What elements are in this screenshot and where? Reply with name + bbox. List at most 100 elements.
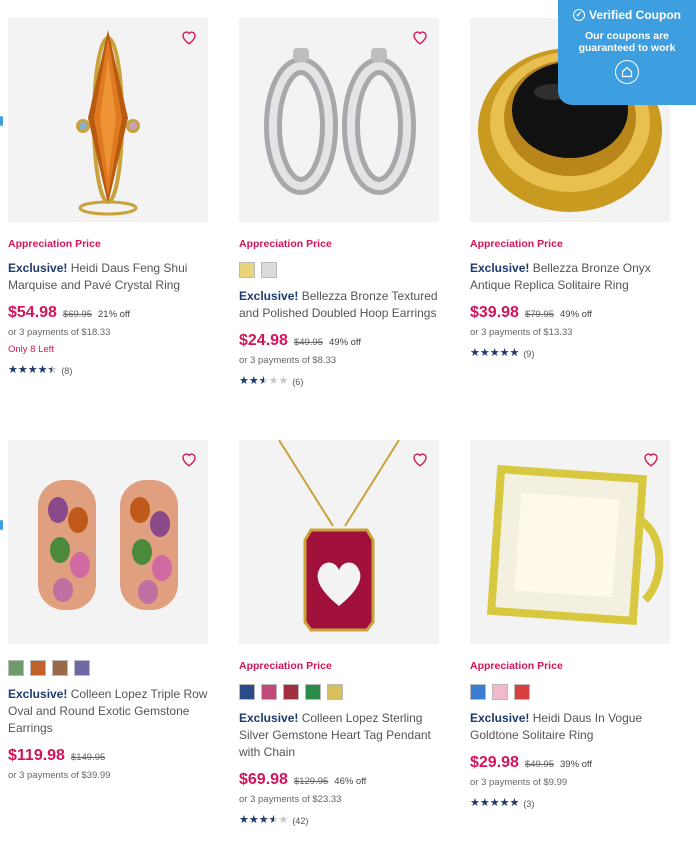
color-swatch[interactable]	[261, 262, 277, 278]
color-swatches	[470, 684, 670, 700]
original-price: $129.95	[293, 776, 329, 787]
appreciation-label: Appreciation Price	[239, 238, 332, 250]
payment-plan: or 3 payments of $23.33	[239, 794, 342, 805]
star-rating: ★★★★★★★★★★	[239, 375, 289, 387]
product-image[interactable]	[239, 18, 439, 222]
review-count: (3)	[523, 798, 535, 809]
sale-price: $69.98	[239, 771, 288, 788]
color-swatch[interactable]	[239, 262, 255, 278]
star-rating: ★★★★★★★★★★	[470, 797, 520, 809]
appreciation-label: Appreciation Price	[470, 238, 563, 250]
product-title[interactable]: Exclusive! Heidi Daus In Vogue Goldtone …	[470, 710, 670, 744]
color-swatches	[239, 262, 439, 278]
verified-coupon-badge[interactable]: ✓ Verified Coupon Our coupons are guaran…	[558, 0, 696, 105]
check-circle-icon: ✓	[572, 9, 585, 21]
heart-icon[interactable]	[411, 28, 429, 46]
appreciation-label: Appreciation Price	[8, 238, 101, 250]
coupon-header: ✓ Verified Coupon	[568, 8, 686, 22]
star-rating: ★★★★★★★★★★	[239, 814, 289, 826]
discount: 39% off	[560, 759, 593, 770]
product-card[interactable]: Exclusive! Colleen Lopez Triple Row Oval…	[8, 440, 208, 781]
exclusive-label: Exclusive!	[470, 261, 530, 275]
product-card[interactable]: Appreciation Price Exclusive! Colleen Lo…	[239, 440, 439, 826]
review-count: (42)	[292, 815, 309, 826]
heart-icon[interactable]	[642, 450, 660, 468]
discount: 49% off	[560, 309, 593, 320]
product-title[interactable]: Exclusive! Colleen Lopez Triple Row Oval…	[8, 686, 208, 737]
discount: 46% off	[334, 776, 367, 787]
exclusive-label: Exclusive!	[239, 711, 299, 725]
heart-icon[interactable]	[180, 28, 198, 46]
original-price: $149.95	[70, 752, 106, 763]
rating[interactable]: ★★★★★★★★★★(42)	[239, 815, 439, 826]
appreciation-label: Appreciation Price	[470, 660, 563, 672]
rating[interactable]: ★★★★★★★★★★(6)	[239, 376, 439, 387]
color-swatch[interactable]	[74, 660, 90, 676]
rating[interactable]: ★★★★★★★★★★(8)	[8, 365, 208, 376]
marquise-ring-image	[8, 18, 208, 222]
color-swatch[interactable]	[283, 684, 299, 700]
coupon-title: Verified Coupon	[588, 8, 681, 22]
product-image[interactable]	[470, 440, 670, 644]
original-price: $79.95	[524, 309, 554, 320]
sale-price: $24.98	[239, 332, 288, 349]
product-card[interactable]: Appreciation Price Exclusive! Heidi Daus…	[470, 440, 670, 809]
original-price: $49.95	[293, 337, 323, 348]
stock-notice: Only 8 Left	[8, 344, 54, 355]
color-swatch[interactable]	[261, 684, 277, 700]
hoop-earrings-image	[239, 18, 439, 222]
original-price: $49.95	[524, 759, 554, 770]
original-price: $69.95	[62, 309, 92, 320]
color-swatch[interactable]	[30, 660, 46, 676]
product-card[interactable]: Appreciation Price Exclusive! Heidi Daus…	[8, 18, 208, 376]
payment-plan: or 3 payments of $13.33	[470, 327, 573, 338]
star-rating: ★★★★★★★★★★	[470, 347, 520, 359]
gemstone-earrings-image	[8, 440, 208, 644]
color-swatch[interactable]	[470, 684, 486, 700]
coupon-subtitle: Our coupons are guaranteed to work	[578, 30, 676, 54]
product-title[interactable]: Exclusive! Bellezza Bronze Textured and …	[239, 288, 439, 322]
heart-pendant-image	[239, 440, 439, 644]
rating[interactable]: ★★★★★ ★★★★★ (9)	[470, 348, 670, 359]
payment-plan: or 3 payments of $9.99	[470, 777, 568, 788]
sale-price: $29.98	[470, 754, 519, 771]
product-title[interactable]: Exclusive! Colleen Lopez Sterling Silver…	[239, 710, 439, 761]
color-swatches	[239, 684, 439, 700]
exclusive-label: Exclusive!	[8, 687, 68, 701]
color-swatch[interactable]	[8, 660, 24, 676]
review-count: (8)	[61, 365, 73, 376]
exclusive-label: Exclusive!	[239, 289, 299, 303]
home-icon[interactable]	[615, 60, 639, 84]
color-swatch[interactable]	[52, 660, 68, 676]
heart-icon[interactable]	[411, 450, 429, 468]
color-swatch[interactable]	[239, 684, 255, 700]
payment-plan: or 3 payments of $8.33	[239, 355, 337, 366]
color-swatch[interactable]	[492, 684, 508, 700]
edge-indicator	[0, 116, 3, 126]
color-swatches	[8, 660, 208, 676]
exclusive-label: Exclusive!	[8, 261, 68, 275]
heart-icon[interactable]	[180, 450, 198, 468]
discount: 21% off	[98, 309, 131, 320]
review-count: (9)	[523, 348, 535, 359]
appreciation-label: Appreciation Price	[239, 660, 332, 672]
sale-price: $119.98	[8, 747, 65, 764]
product-title[interactable]: Exclusive! Heidi Daus Feng Shui Marquise…	[8, 260, 208, 294]
product-image[interactable]	[239, 440, 439, 644]
color-swatch[interactable]	[327, 684, 343, 700]
color-swatch[interactable]	[514, 684, 530, 700]
color-swatch[interactable]	[305, 684, 321, 700]
star-rating: ★★★★★★★★★★	[8, 364, 58, 376]
payment-plan: or 3 payments of $39.99	[8, 770, 111, 781]
product-image[interactable]	[8, 440, 208, 644]
opal-ring-image	[470, 440, 670, 644]
product-title[interactable]: Exclusive! Bellezza Bronze Onyx Antique …	[470, 260, 670, 294]
discount: 49% off	[329, 337, 362, 348]
exclusive-label: Exclusive!	[470, 711, 530, 725]
rating[interactable]: ★★★★★ ★★★★★ (3)	[470, 798, 670, 809]
review-count: (6)	[292, 376, 304, 387]
sale-price: $39.98	[470, 304, 519, 321]
product-card[interactable]: Appreciation Price Exclusive! Bellezza B…	[239, 18, 439, 387]
sale-price: $54.98	[8, 304, 57, 321]
product-image[interactable]	[8, 18, 208, 222]
